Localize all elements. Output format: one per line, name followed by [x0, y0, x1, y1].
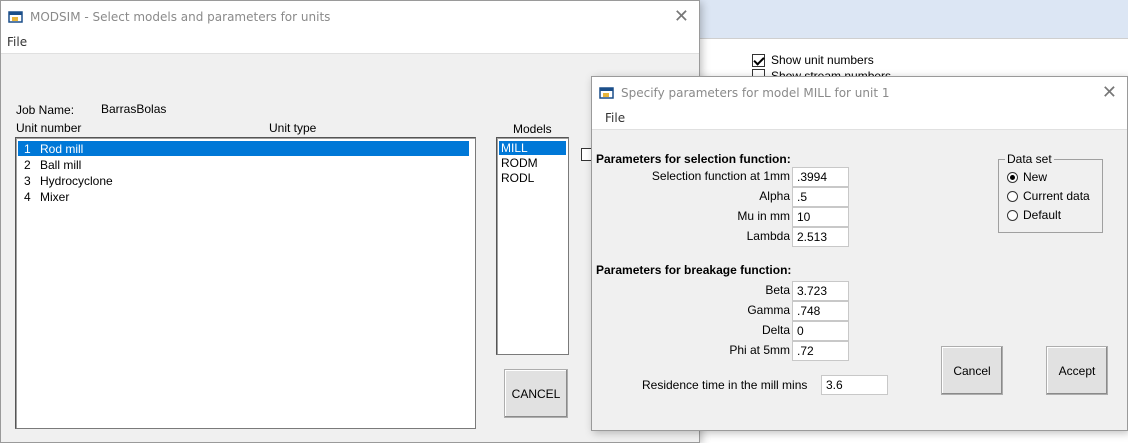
- unit-list[interactable]: 1 Rod mill 2 Ball mill 3 Hydrocyclone 4 …: [15, 137, 476, 429]
- dialog-titlebar: Specify parameters for model MILL for un…: [592, 77, 1127, 108]
- cancel-button[interactable]: CANCEL: [504, 369, 568, 418]
- specify-parameters-dialog: Specify parameters for model MILL for un…: [591, 76, 1128, 431]
- checkbox-box[interactable]: [752, 53, 765, 67]
- background-window-titlebar: [700, 0, 1128, 38]
- selection-function-input[interactable]: .3994: [792, 167, 849, 187]
- app-icon: [599, 86, 615, 100]
- radio-current-data[interactable]: Current data: [1007, 189, 1090, 203]
- close-icon[interactable]: ✕: [674, 6, 689, 27]
- unit-name: Ball mill: [40, 157, 82, 172]
- unit-name: Rod mill: [40, 141, 84, 156]
- residence-time-label: Residence time in the mill mins: [642, 378, 808, 392]
- breakage-param-label: Gamma: [747, 303, 790, 317]
- model-item[interactable]: MILL: [499, 141, 566, 155]
- mu-input[interactable]: 10: [792, 207, 849, 227]
- selection-param-label: Lambda: [746, 229, 790, 243]
- menu-file[interactable]: File: [7, 35, 27, 49]
- breakage-param-label: Beta: [765, 283, 790, 297]
- show-unit-numbers-label: Show unit numbers: [771, 53, 874, 67]
- radio-label: Current data: [1023, 189, 1090, 203]
- models-header: Models: [513, 122, 552, 136]
- unit-type-header: Unit type: [269, 121, 317, 135]
- main-menubar: File: [1, 32, 699, 54]
- unit-row[interactable]: 1 Rod mill: [18, 141, 469, 156]
- unit-number: 2: [24, 157, 31, 172]
- breakage-param-label: Phi at 5mm: [729, 343, 790, 357]
- close-icon[interactable]: ✕: [1102, 82, 1117, 103]
- radio-button[interactable]: [1007, 209, 1018, 221]
- phi-input[interactable]: .72: [792, 341, 849, 361]
- breakage-section-title: Parameters for breakage function:: [596, 263, 792, 277]
- lambda-input[interactable]: 2.513: [792, 227, 849, 247]
- delta-input[interactable]: 0: [792, 321, 849, 341]
- unit-row[interactable]: 4 Mixer: [18, 189, 469, 204]
- radio-button[interactable]: [1007, 190, 1018, 202]
- gamma-input[interactable]: .748: [792, 301, 849, 321]
- job-name-value: BarrasBolas: [101, 102, 167, 116]
- data-set-title: Data set: [1005, 152, 1054, 166]
- breakage-param-label: Delta: [761, 323, 790, 337]
- radio-default[interactable]: Default: [1007, 208, 1061, 222]
- data-set-group: Data set New Current data Default: [998, 152, 1103, 233]
- radio-label: Default: [1023, 208, 1062, 222]
- selection-section-title: Parameters for selection function:: [596, 152, 791, 166]
- show-unit-numbers-checkbox[interactable]: Show unit numbers: [752, 53, 874, 67]
- unit-name: Mixer: [40, 189, 70, 204]
- unit-number: 1: [24, 141, 31, 156]
- menu-file[interactable]: File: [605, 111, 625, 125]
- dialog-cancel-button[interactable]: Cancel: [941, 346, 1003, 395]
- unit-row[interactable]: 2 Ball mill: [18, 157, 469, 172]
- app-icon: [8, 10, 24, 24]
- job-name-label: Job Name:: [16, 103, 75, 117]
- selection-param-label: Selection function at 1mm: [651, 169, 790, 183]
- dialog-title: Specify parameters for model MILL for un…: [621, 85, 890, 100]
- selection-param-label: Alpha: [759, 189, 790, 203]
- unit-number: 3: [24, 173, 31, 188]
- accept-button[interactable]: Accept: [1046, 346, 1108, 395]
- unit-name: Hydrocyclone: [40, 173, 113, 188]
- unit-row[interactable]: 3 Hydrocyclone: [18, 173, 469, 188]
- alpha-input[interactable]: .5: [792, 187, 849, 207]
- radio-new[interactable]: New: [1007, 170, 1047, 184]
- unit-number: 4: [24, 189, 31, 204]
- main-window-title: MODSIM - Select models and parameters fo…: [30, 9, 331, 24]
- models-list[interactable]: MILL RODM RODL: [496, 137, 569, 355]
- dialog-menubar: File: [592, 108, 1127, 130]
- selection-param-label: Mu in mm: [737, 209, 790, 223]
- residence-time-input[interactable]: 3.6: [821, 375, 888, 395]
- model-item[interactable]: RODM: [499, 156, 566, 170]
- model-item[interactable]: RODL: [499, 171, 566, 185]
- main-titlebar: MODSIM - Select models and parameters fo…: [1, 1, 699, 32]
- beta-input[interactable]: 3.723: [792, 281, 849, 301]
- radio-label: New: [1023, 170, 1048, 184]
- unit-number-header: Unit number: [16, 121, 82, 135]
- radio-button[interactable]: [1007, 171, 1018, 183]
